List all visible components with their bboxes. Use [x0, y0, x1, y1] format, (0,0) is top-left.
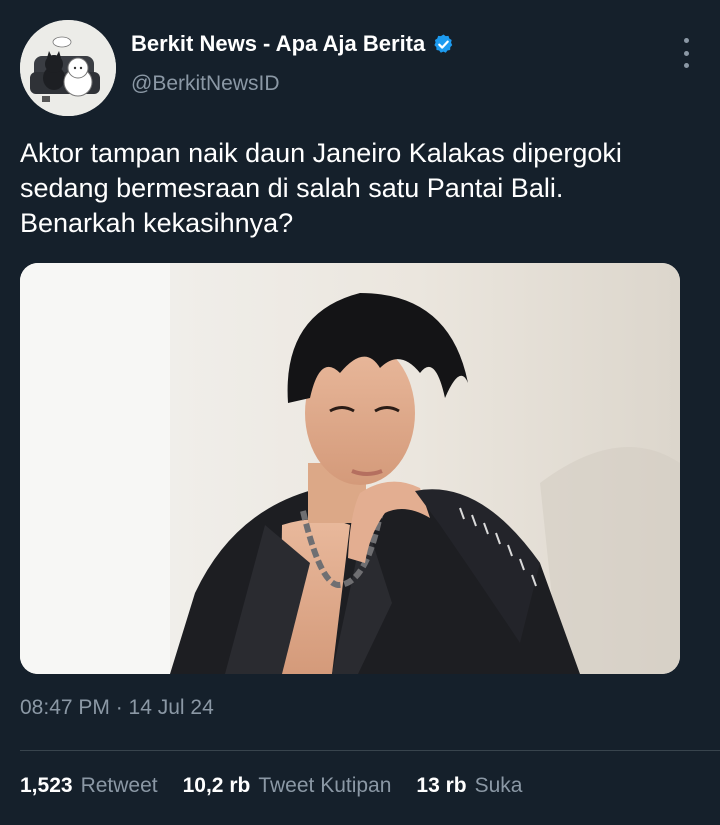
photo-of-man-in-black-suit [20, 263, 680, 674]
retweet-label: Retweet [80, 774, 158, 797]
verified-badge-icon [434, 33, 453, 53]
divider [20, 750, 720, 751]
more-options-icon[interactable] [676, 38, 696, 68]
retweet-stat[interactable]: 1,523 Retweet [20, 774, 158, 798]
quote-tweet-label: Tweet Kutipan [258, 774, 392, 797]
avatar[interactable] [20, 20, 116, 116]
quote-tweet-count: 10,2 rb [182, 774, 251, 797]
tweet-timestamp[interactable]: 08:47 PM · 14 Jul 24 [20, 696, 214, 720]
author-handle[interactable]: @BerkitNewsID [131, 72, 280, 96]
tweet-text: Aktor tampan naik daun Janeiro Kalakas d… [20, 138, 622, 238]
like-count: 13 rb [416, 774, 467, 797]
author-display-name[interactable]: Berkit News - Apa Aja Berita [131, 31, 425, 57]
quote-tweet-stat[interactable]: 10,2 rb Tweet Kutipan [183, 774, 392, 798]
tweet-stats: 1,523 Retweet 10,2 rb Tweet Kutipan 13 r… [20, 774, 548, 798]
tweet-photo[interactable] [20, 263, 680, 674]
like-stat[interactable]: 13 rb Suka [416, 774, 522, 798]
avatar-illustration [20, 20, 116, 116]
like-label: Suka [474, 774, 523, 797]
retweet-count: 1,523 [20, 774, 73, 797]
author-display-name-row[interactable]: Berkit News - Apa Aja Berita [131, 31, 455, 57]
